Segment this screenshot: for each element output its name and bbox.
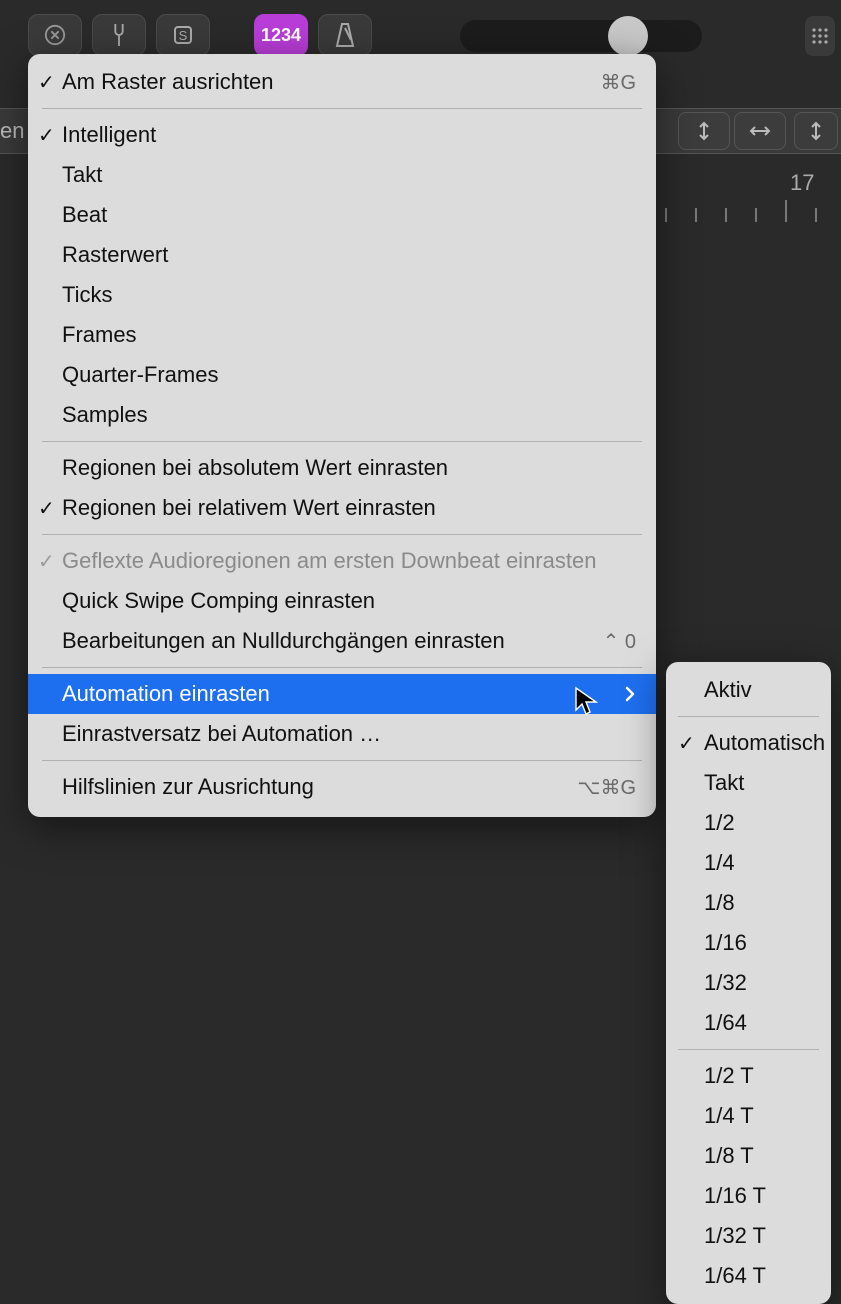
check-icon: ✓ [38,549,55,574]
menu-item-label: Regionen bei absolutem Wert einrasten [62,455,448,481]
menu-item-label: Takt [704,770,744,796]
menu-item-label: Einrastversatz bei Automation … [62,721,381,747]
menu-item-snapmode-4[interactable]: Ticks [28,275,656,315]
chevron-right-icon [624,685,636,703]
close-tool-button[interactable] [28,14,82,56]
automation-snap-submenu: Aktiv ✓ Automatisch Takt 1/2 1/4 1/8 1/16 1/32 1… [666,662,831,1304]
menu-item-audio-snap-1[interactable]: Quick Swipe Comping einrasten [28,581,656,621]
check-icon: ✓ [38,123,55,148]
menu-item-label: Bearbeitungen an Nulldurchgängen einrast… [62,628,505,654]
menu-item-label: 1/64 T [704,1263,766,1289]
menu-item-label: Automatisch [704,730,825,756]
submenu-item-division-0[interactable]: ✓ Automatisch [666,723,831,763]
submenu-item-triplet-2[interactable]: 1/8 T [666,1136,831,1176]
menu-item-automation-snap[interactable]: Automation einrasten [28,674,656,714]
zoom-slider-knob[interactable] [608,16,648,56]
submenu-item-aktiv[interactable]: Aktiv [666,670,831,710]
check-icon: ✓ [38,70,55,95]
menu-shortcut: ⌃ 0 [603,629,636,654]
menu-item-snapmode-7[interactable]: Samples [28,395,656,435]
menu-item-label: 1/16 [704,930,747,956]
menu-item-alignment-guides[interactable]: Hilfslinien zur Ausrichtung ⌥⌘G [28,767,656,807]
menu-item-snapmode-3[interactable]: Rasterwert [28,235,656,275]
menu-shortcut: ⌥⌘G [577,775,636,800]
menu-item-label: 1/8 [704,890,735,916]
menu-item-label: Am Raster ausrichten [62,69,274,95]
menu-item-label: Beat [62,202,107,228]
menu-item-snapmode-6[interactable]: Quarter-Frames [28,355,656,395]
menu-separator [42,667,642,668]
bar-numbers-button[interactable]: 1234 [254,14,308,56]
tuning-fork-button[interactable] [92,14,146,56]
menu-item-label: 1/8 T [704,1143,754,1169]
horizontal-zoom-button[interactable] [734,112,786,150]
menu-item-audio-snap-2[interactable]: Bearbeitungen an Nulldurchgängen einrast… [28,621,656,661]
menu-separator [678,716,819,717]
menu-item-label: 1/2 [704,810,735,836]
menu-item-label: Frames [62,322,137,348]
menu-item-label: 1/64 [704,1010,747,1036]
menu-item-label: Samples [62,402,148,428]
menu-separator [42,441,642,442]
vertical-zoom-button[interactable] [678,112,730,150]
menu-item-snapmode-0[interactable]: ✓ Intelligent [28,115,656,155]
metronome-button[interactable] [318,14,372,56]
menu-item-label: Quick Swipe Comping einrasten [62,588,375,614]
menu-separator [42,760,642,761]
menu-item-label: 1/32 T [704,1223,766,1249]
menu-item-label: 1/4 T [704,1103,754,1129]
submenu-item-triplet-0[interactable]: 1/2 T [666,1056,831,1096]
snap-menu: ✓ Am Raster ausrichten ⌘G ✓ Intelligent Ta… [28,54,656,817]
menu-item-snapmode-2[interactable]: Beat [28,195,656,235]
menu-item-label: Ticks [62,282,113,308]
submenu-item-triplet-1[interactable]: 1/4 T [666,1096,831,1136]
submenu-item-division-4[interactable]: 1/8 [666,883,831,923]
menu-item-label: Rasterwert [62,242,168,268]
menu-item-label: 1/2 T [704,1063,754,1089]
submenu-item-division-7[interactable]: 1/64 [666,1003,831,1043]
menu-item-snap-to-grid[interactable]: ✓ Am Raster ausrichten ⌘G [28,62,656,102]
menu-item-label: Regionen bei relativem Wert einrasten [62,495,436,521]
menu-item-label: 1/16 T [704,1183,766,1209]
submenu-item-triplet-4[interactable]: 1/32 T [666,1216,831,1256]
menu-item-label: 1/4 [704,850,735,876]
menu-separator [42,534,642,535]
ruler-ticks [665,194,841,222]
svg-text:S: S [179,28,188,43]
menu-item-label: Automation einrasten [62,681,270,707]
menu-item-label: Takt [62,162,102,188]
grid-menu-button[interactable] [805,16,835,56]
menu-item-snapmode-1[interactable]: Takt [28,155,656,195]
menu-item-automation-offset[interactable]: Einrastversatz bei Automation … [28,714,656,754]
menu-item-label: Geflexte Audioregionen am ersten Downbea… [62,548,596,574]
menu-item-label: Aktiv [704,677,752,703]
submenu-item-division-6[interactable]: 1/32 [666,963,831,1003]
check-icon: ✓ [678,731,695,756]
submenu-item-division-5[interactable]: 1/16 [666,923,831,963]
zoom-slider-track[interactable] [460,20,702,52]
submenu-item-division-1[interactable]: Takt [666,763,831,803]
menu-item-label: Quarter-Frames [62,362,218,388]
menu-separator [678,1049,819,1050]
menu-item-region-snap-0[interactable]: Regionen bei absolutem Wert einrasten [28,448,656,488]
submenu-item-triplet-3[interactable]: 1/16 T [666,1176,831,1216]
menu-item-snapmode-5[interactable]: Frames [28,315,656,355]
ruler-left-fragment: en [0,115,26,147]
menu-item-label: 1/32 [704,970,747,996]
menu-item-label: Hilfslinien zur Ausrichtung [62,774,314,800]
solo-button[interactable]: S [156,14,210,56]
bar-number-label: 17 [790,170,814,196]
check-icon: ✓ [38,496,55,521]
menu-item-audio-snap-0: ✓ Geflexte Audioregionen am ersten Downbe… [28,541,656,581]
bar-numbers-label: 1234 [261,25,301,46]
submenu-item-triplet-5[interactable]: 1/64 T [666,1256,831,1296]
menu-item-region-snap-1[interactable]: ✓ Regionen bei relativem Wert einrasten [28,488,656,528]
submenu-item-division-2[interactable]: 1/2 [666,803,831,843]
vertical-auto-zoom-button[interactable] [794,112,838,150]
menu-separator [42,108,642,109]
menu-shortcut: ⌘G [600,70,636,95]
menu-item-label: Intelligent [62,122,156,148]
submenu-item-division-3[interactable]: 1/4 [666,843,831,883]
